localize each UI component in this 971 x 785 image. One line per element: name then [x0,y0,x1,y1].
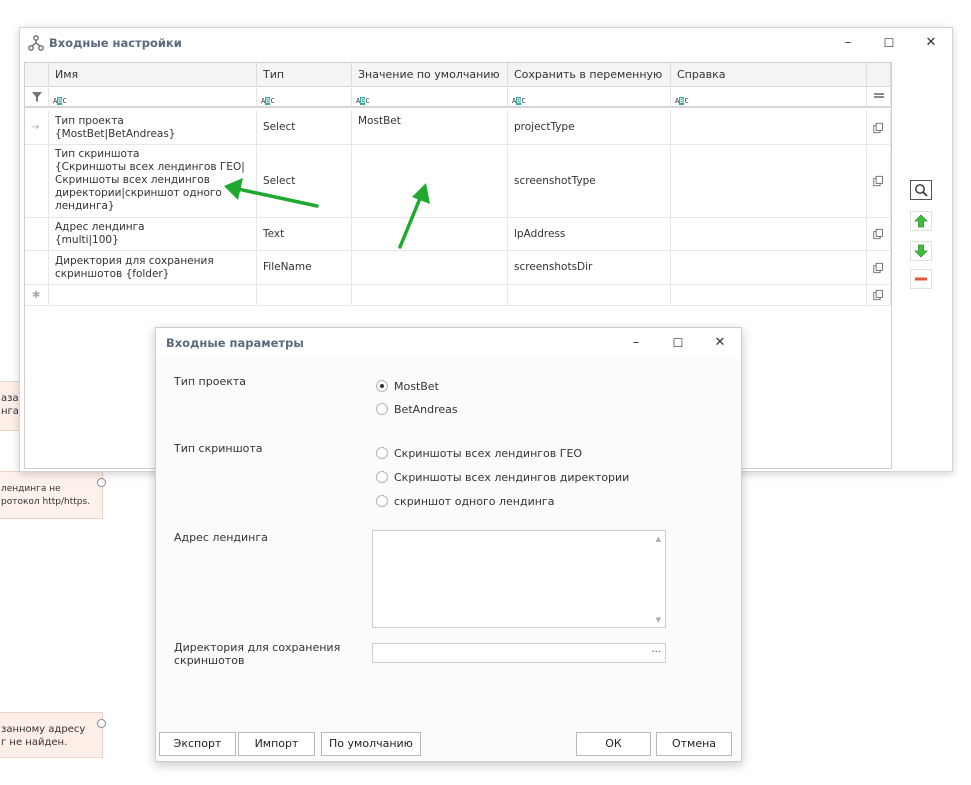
landing-address-textarea[interactable]: ▲ ▼ [372,530,666,628]
radio-screenshot-geo[interactable]: Скриншоты всех лендингов ГЕО [376,445,582,461]
window-title: Входные параметры [166,336,304,350]
scroll-down-icon[interactable]: ▼ [656,616,661,624]
screenshot-type-label: Тип скриншота [174,442,263,455]
radio-circle [376,471,388,483]
radio-betandreas[interactable]: BetAndreas [376,401,458,417]
radio-label: скриншот одного лендинга [394,494,555,508]
radio-label: Скриншоты всех лендингов директории [394,470,630,484]
annotation-arrow-1 [236,187,319,208]
browse-icon[interactable]: ··· [651,647,661,658]
radio-label: MostBet [394,379,439,393]
title-bar[interactable]: Входные параметры – ☐ ✕ [156,328,741,358]
default-button[interactable]: По умолчанию [321,732,421,756]
directory-field[interactable]: ··· [372,643,666,663]
import-button[interactable]: Импорт [238,732,315,756]
radio-mostbet[interactable]: MostBet [376,378,439,394]
cancel-button[interactable]: Отмена [656,732,732,756]
annotation-arrow-1-head [224,178,243,200]
landing-address-label: Адрес лендинга [174,531,268,544]
scroll-up-icon[interactable]: ▲ [656,535,661,543]
close-button[interactable]: ✕ [709,333,731,353]
maximize-button[interactable]: ☐ [667,333,689,353]
ok-button[interactable]: ОК [576,732,651,756]
input-params-window: Входные параметры – ☐ ✕ Тип проекта Most… [155,327,742,762]
radio-circle [376,495,388,507]
radio-screenshot-single[interactable]: скриншот одного лендинга [376,493,554,509]
project-type-label: Тип проекта [174,375,247,388]
radio-screenshot-directory[interactable]: Скриншоты всех лендингов директории [376,469,629,485]
radio-circle [376,403,388,415]
annotation-arrow-2-head [412,183,430,204]
minimize-button[interactable]: – [625,333,647,353]
export-button[interactable]: Экспорт [159,732,236,756]
radio-label: Скриншоты всех лендингов ГЕО [394,446,583,460]
radio-label: BetAndreas [394,402,458,416]
annotation-arrow-2 [398,194,423,249]
directory-label: Директория для сохранения скриншотов [174,641,341,667]
radio-circle [376,447,388,459]
radio-circle-checked [376,380,388,392]
